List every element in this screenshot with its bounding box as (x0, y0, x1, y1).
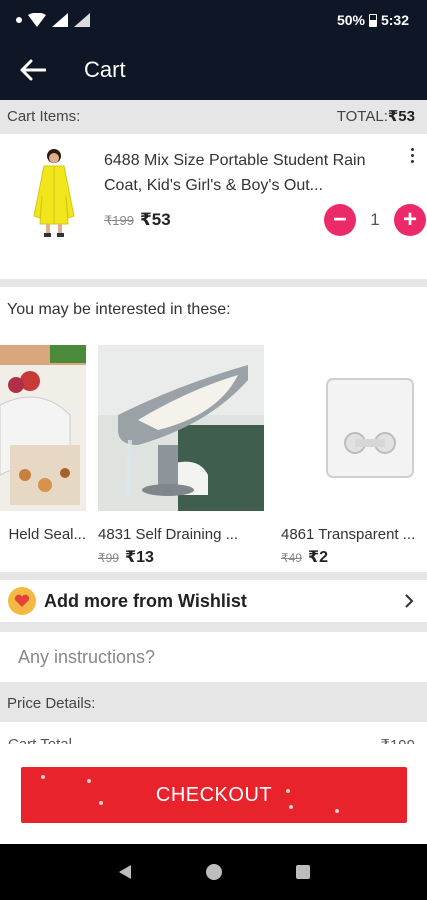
status-bar: 50% 5:32 (0, 0, 427, 40)
wifi-icon (28, 13, 46, 27)
cart-item[interactable]: 6488 Mix Size Portable Student Rain Coat… (0, 134, 427, 279)
product-price-row: ₹199 ₹53 (104, 210, 171, 230)
decrease-quantity-button[interactable]: − (324, 204, 356, 236)
sparkle (335, 809, 339, 813)
increase-quantity-button[interactable]: + (394, 204, 426, 236)
total-label: TOTAL: (336, 108, 388, 125)
suggestion-name: 4831 Self Draining ... (98, 526, 239, 543)
clock: 5:32 (380, 12, 409, 28)
status-right: 50% 5:32 (337, 12, 409, 28)
cart-header: Cart Items: TOTAL:₹53 (0, 100, 427, 132)
battery-percent: 50% (336, 12, 365, 28)
page-title: Cart (84, 57, 126, 82)
suggestions-title: You may be interested in these: (7, 301, 231, 318)
more-options-icon[interactable] (402, 148, 422, 170)
product-name[interactable]: 6488 Mix Size Portable Student Rain Coat… (104, 148, 404, 198)
notification-dot-icon (16, 17, 22, 23)
suggestion-card[interactable]: 4861 Transparent ... ₹49 ₹2 (281, 345, 427, 567)
wishlist-label: Add more from Wishlist (44, 590, 247, 611)
sparkle (289, 805, 293, 809)
suggestions-section: You may be interested in these: Held Sea… (0, 287, 427, 572)
signal-icon (52, 13, 68, 27)
quantity-stepper: − 1 + (324, 204, 426, 236)
product-price: ₹53 (139, 210, 171, 229)
wishlist-row[interactable]: Add more from Wishlist (0, 580, 427, 622)
system-nav-bar (0, 844, 427, 900)
recents-square-icon[interactable] (294, 863, 312, 881)
battery-icon (368, 13, 377, 27)
cart-total: TOTAL:₹53 (337, 107, 415, 125)
suggestion-name: 4861 Transparent ... (281, 526, 416, 543)
suggestion-price-row: ₹99 ₹13 (98, 547, 264, 567)
back-button[interactable] (0, 40, 68, 100)
suggestion-card[interactable]: 4831 Self Draining ... ₹99 ₹13 (98, 345, 264, 567)
heart-icon (8, 587, 36, 615)
checkout-area: CHECKOUT (0, 744, 427, 844)
product-image[interactable] (28, 146, 80, 238)
quantity-value: 1 (370, 210, 380, 229)
total-value: ₹53 (387, 108, 415, 125)
suggestion-image (98, 345, 264, 511)
app-bar: Cart (0, 40, 427, 100)
instructions-input[interactable]: Any instructions? (0, 632, 427, 682)
back-arrow-icon (20, 59, 46, 81)
sparkle (87, 779, 91, 783)
signal-icon-2 (74, 13, 90, 27)
product-mrp: ₹199 (104, 213, 134, 228)
suggestion-image (281, 345, 427, 511)
sparkle (99, 801, 103, 805)
checkout-label: CHECKOUT (155, 783, 273, 806)
suggestion-mrp: ₹99 (98, 551, 119, 565)
back-triangle-icon[interactable] (116, 863, 134, 881)
chevron-right-icon (405, 594, 414, 608)
sparkle (41, 775, 45, 779)
home-circle-icon[interactable] (205, 863, 223, 881)
checkout-button[interactable]: CHECKOUT (21, 767, 407, 823)
suggestion-mrp: ₹49 (281, 551, 302, 565)
suggestion-image (0, 345, 86, 515)
sparkle (286, 789, 290, 793)
suggestion-price: ₹13 (124, 549, 154, 566)
suggestion-name: Held Seal... (8, 526, 86, 543)
price-details-header: Price Details: (0, 684, 427, 722)
status-icons (16, 13, 90, 27)
suggestion-price: ₹2 (307, 549, 329, 566)
suggestion-price-row: ₹49 ₹2 (281, 547, 427, 567)
suggestion-card[interactable]: Held Seal... (0, 345, 86, 543)
cart-items-label: Cart Items: (7, 107, 81, 125)
